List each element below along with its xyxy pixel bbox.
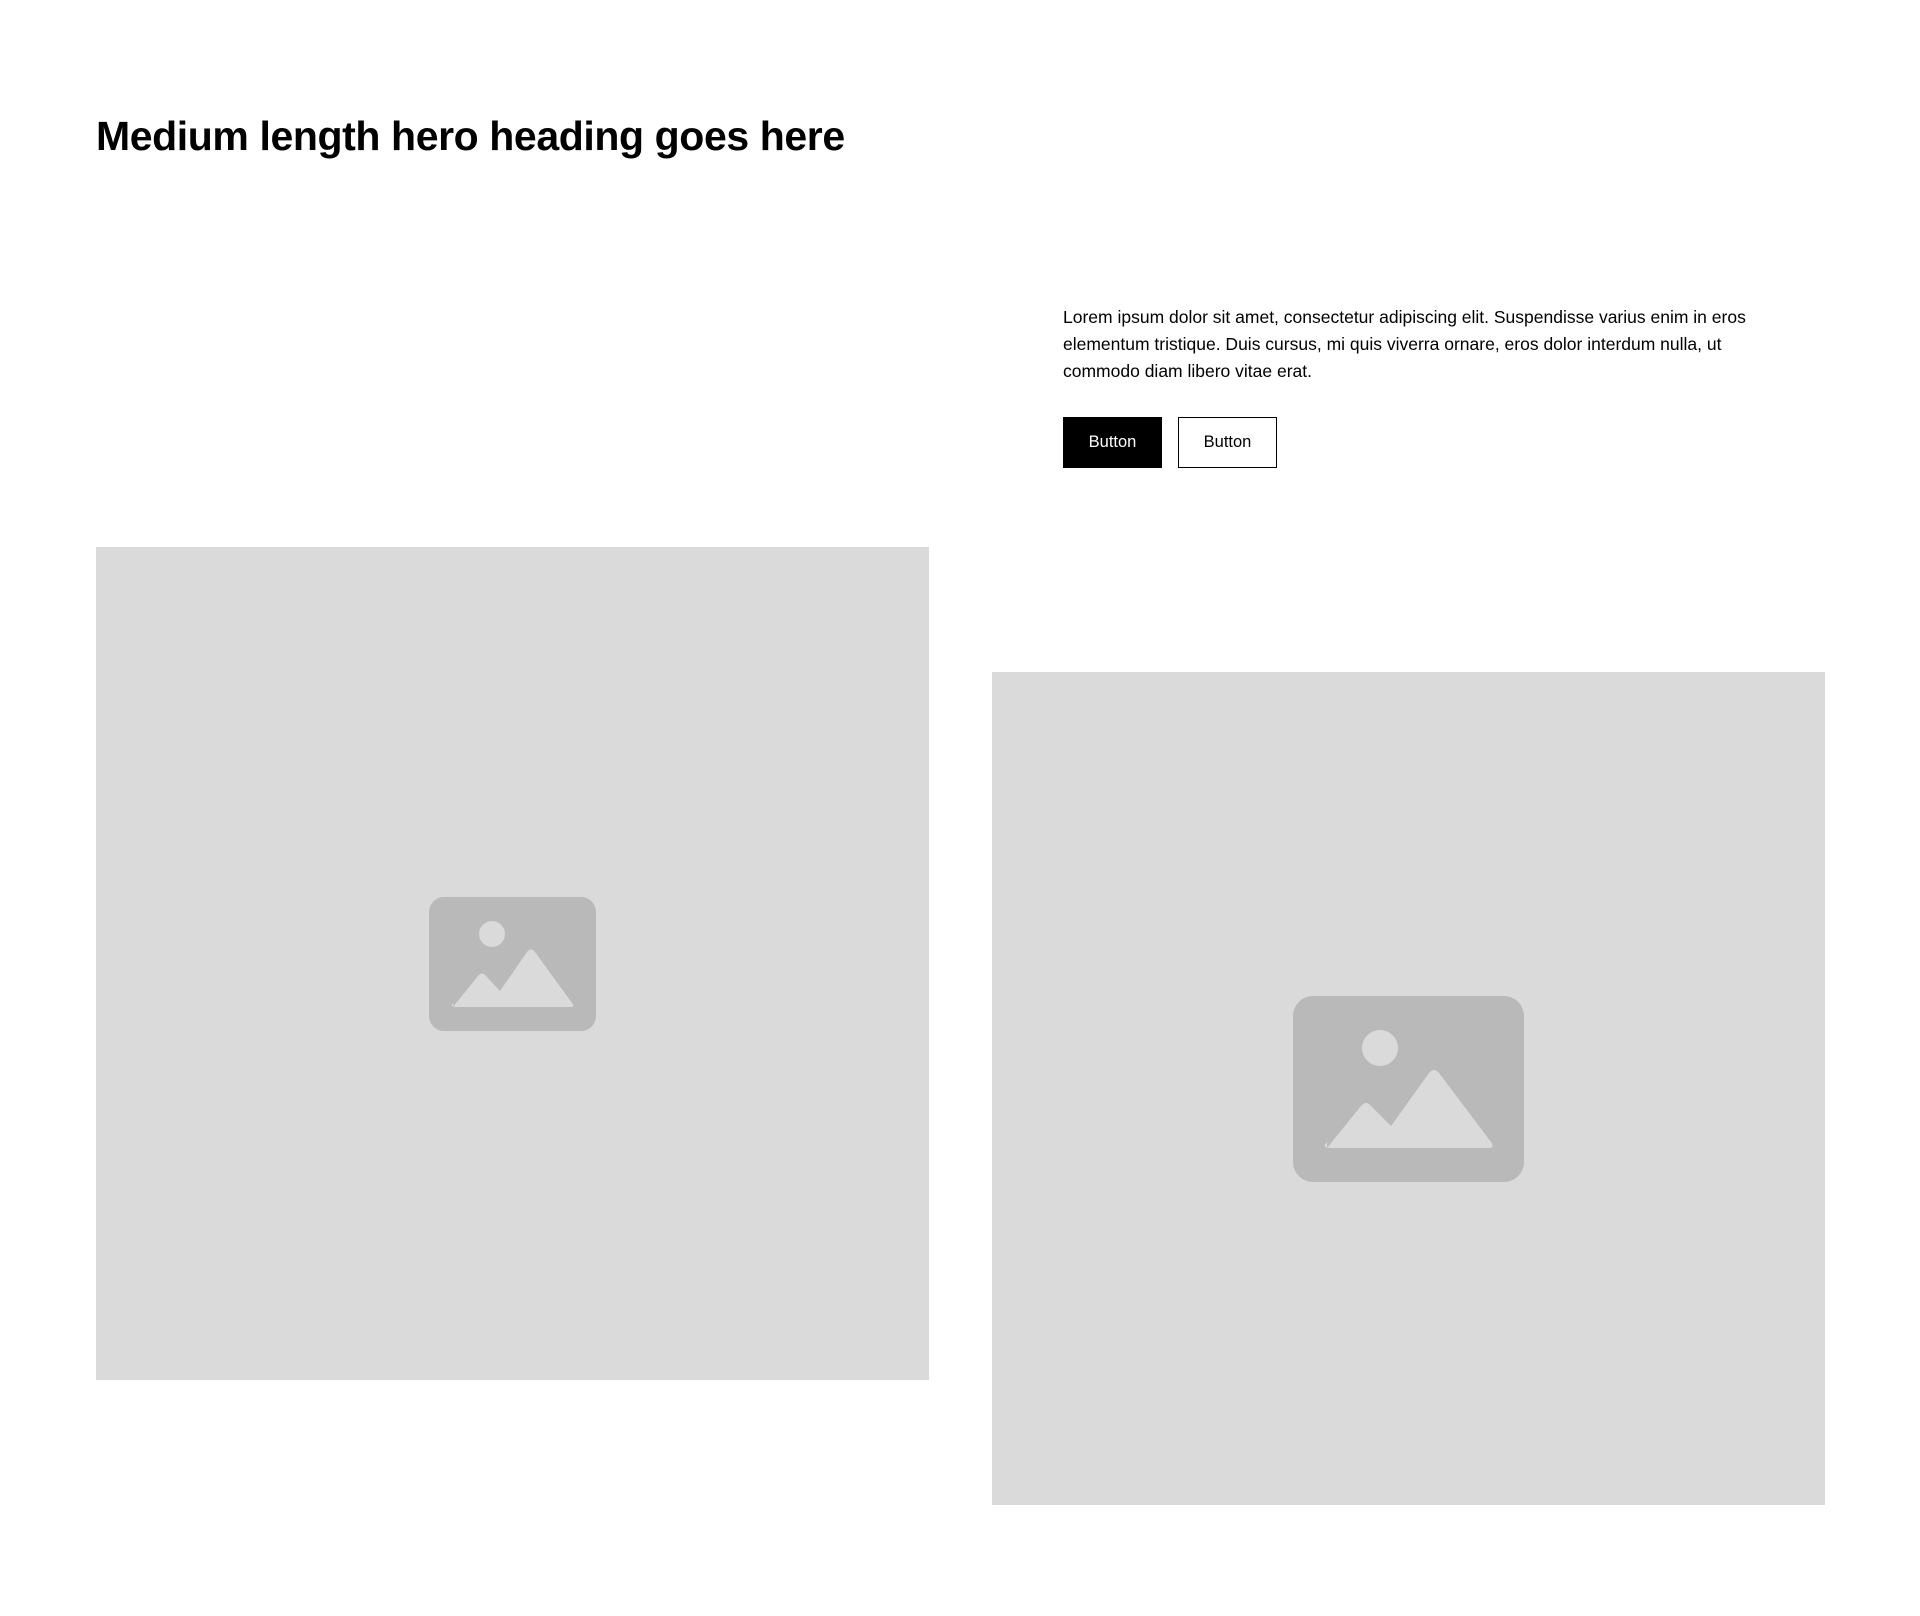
image-placeholder-icon [1293, 995, 1524, 1182]
hero-image-left [96, 547, 929, 1380]
hero-button-group: Button Button [1063, 417, 1277, 468]
hero-image-right [992, 672, 1825, 1505]
hero-copy: Lorem ipsum dolor sit amet, consectetur … [1063, 304, 1783, 385]
image-placeholder-icon [429, 896, 596, 1031]
hero-heading: Medium length hero heading goes here [96, 113, 845, 159]
primary-button[interactable]: Button [1063, 417, 1162, 468]
secondary-button[interactable]: Button [1178, 417, 1277, 468]
hero-paragraph: Lorem ipsum dolor sit amet, consectetur … [1063, 307, 1746, 381]
